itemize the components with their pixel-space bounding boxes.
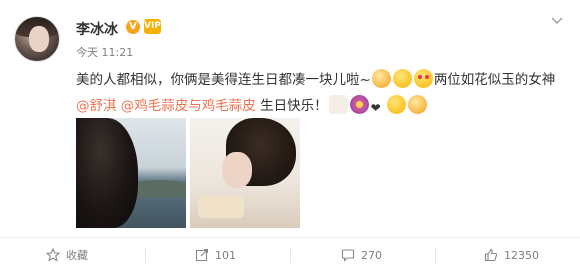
- flower-emoji-icon: [349, 95, 369, 114]
- divider: [290, 247, 291, 263]
- mention-link[interactable]: @舒淇: [76, 98, 117, 114]
- like-button[interactable]: 12350: [484, 246, 539, 264]
- heart-eyes-emoji-icon: [413, 69, 433, 88]
- author-name[interactable]: 李冰冰: [76, 19, 118, 39]
- post-text-line2-suffix: 生日快乐！: [255, 98, 328, 114]
- thumbs-up-icon: [484, 248, 498, 262]
- laugh-emoji-icon: [392, 69, 412, 88]
- post-text-line1-suffix: 两位如花似玉的女神: [433, 72, 556, 88]
- chevron-down-icon[interactable]: [548, 14, 566, 28]
- post-image[interactable]: [190, 118, 300, 228]
- shy-emoji-icon: [371, 69, 391, 88]
- weibo-post: 李冰冰 V VIP 今天 11:21 美的人都相似，你俩是美得连生日都凑一块儿啦…: [0, 0, 580, 270]
- smile-emoji-icon: [386, 95, 406, 114]
- favorite-button[interactable]: 收藏: [46, 246, 88, 264]
- repost-icon: [195, 248, 209, 262]
- divider: [435, 247, 436, 263]
- post-image[interactable]: [76, 118, 186, 228]
- favorite-label: 收藏: [66, 249, 88, 262]
- like-count: 12350: [504, 248, 539, 262]
- post-timestamp[interactable]: 今天 11:21: [76, 44, 133, 60]
- repost-button[interactable]: 101: [195, 246, 236, 264]
- verified-badge-icon: V: [126, 20, 140, 34]
- comment-count: 270: [361, 248, 382, 262]
- avatar[interactable]: [14, 16, 60, 62]
- member-badge-icon[interactable]: VIP: [144, 19, 161, 34]
- star-icon: [46, 248, 60, 262]
- comment-icon: [341, 248, 355, 262]
- post-text: 美的人都相似，你俩是美得连生日都凑一块儿啦~ 两位如花似玉的女神 @舒淇 @鸡毛蒜…: [76, 67, 566, 121]
- smile-emoji-icon: [407, 95, 427, 114]
- divider: [145, 247, 146, 263]
- divider: [0, 237, 580, 238]
- post-text-line1: 美的人都相似，你俩是美得连生日都凑一块儿啦~: [76, 72, 371, 88]
- repost-count: 101: [215, 248, 236, 262]
- heart-emoji-icon: [371, 95, 385, 121]
- comment-button[interactable]: 270: [341, 246, 382, 264]
- mention-link[interactable]: @鸡毛蒜皮与鸡毛蒜皮: [121, 98, 256, 114]
- cake-emoji-icon: [328, 95, 348, 114]
